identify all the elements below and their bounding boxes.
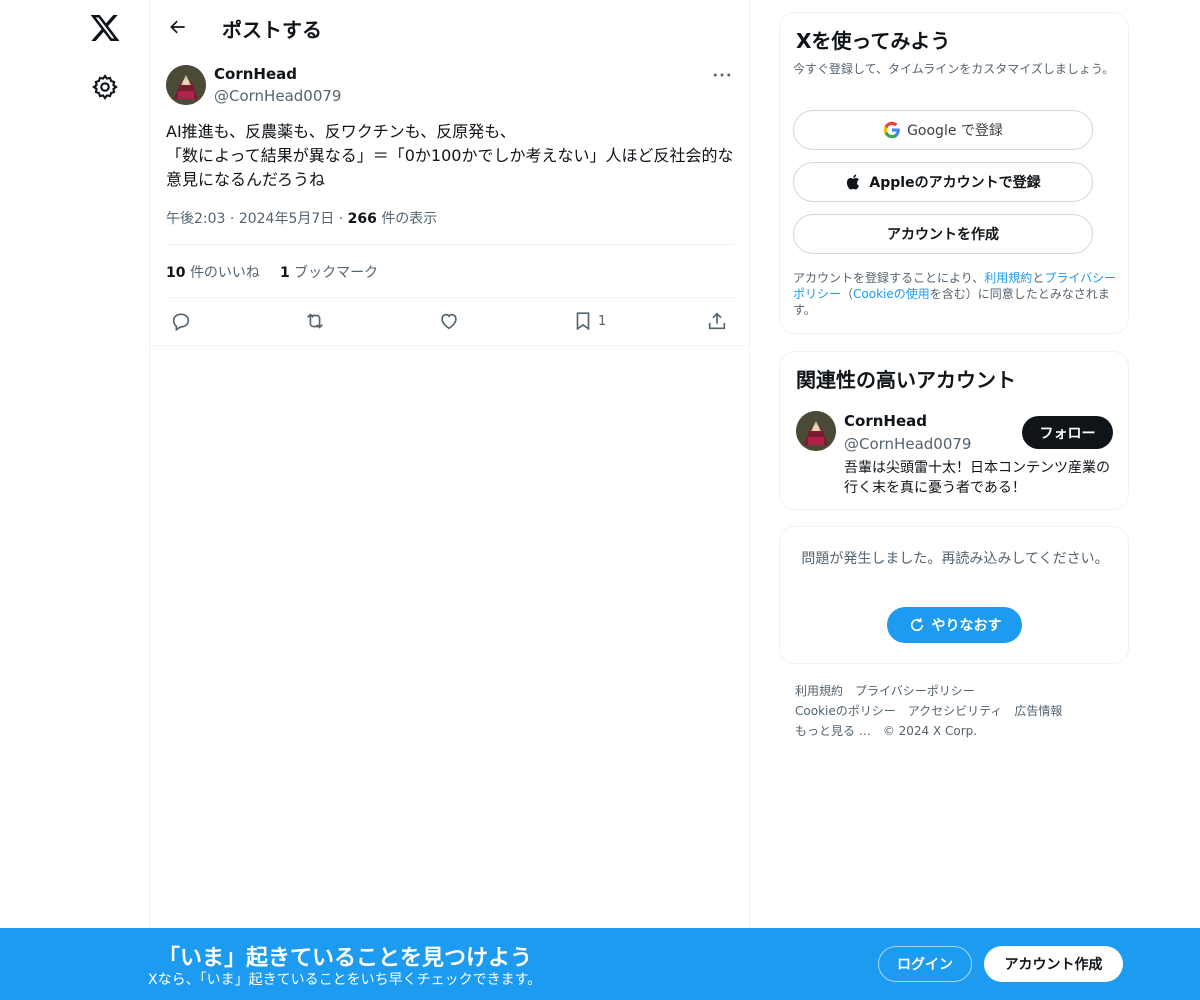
footer-link[interactable]: アクセシビリティ — [908, 704, 1003, 718]
footer: 利用規約 プライバシーポリシー Cookieのポリシー アクセシビリティ 広告情報 も… — [795, 681, 1125, 741]
retry-button[interactable]: やりなおす — [887, 607, 1022, 643]
cookie-link[interactable]: Cookieの使用 — [853, 287, 930, 301]
footer-link[interactable]: 利用規約 — [795, 684, 843, 698]
error-card: 問題が発生しました。再読み込みしてください。 やりなおす — [779, 526, 1129, 664]
post-meta: 午後2:03 · 2024年5月7日 · 266 件の表示 — [166, 211, 438, 227]
bookmark-count[interactable]: 1 — [280, 265, 290, 281]
post: CornHead @CornHead0079 AI推進も、反農薬も、反ワクチンも… — [150, 53, 750, 346]
signup-title: Xを使ってみよう — [796, 29, 951, 53]
main-header: ポストする — [150, 0, 750, 53]
apple-signup-button[interactable]: Appleのアカウントで登録 — [793, 162, 1093, 202]
related-account-handle[interactable]: @CornHead0079 — [844, 435, 971, 453]
post-time[interactable]: 午後2:03 — [166, 211, 225, 227]
page-title: ポストする — [222, 18, 322, 42]
signup-button[interactable]: アカウント作成 — [984, 946, 1123, 982]
signup-subtitle: 今すぐ登録して、タイムラインをカスタマイズしましょう。 — [793, 62, 1115, 76]
refresh-icon — [910, 618, 923, 632]
error-message: 問題が発生しました。再読み込みしてください。 — [801, 551, 1109, 567]
arrow-left-icon — [170, 20, 185, 34]
gear-icon[interactable] — [91, 73, 119, 101]
bookmark-action-count: 1 — [598, 313, 607, 329]
legal-text: （ — [841, 287, 854, 301]
terms-link[interactable]: 利用規約 — [984, 271, 1032, 285]
avatar[interactable] — [796, 411, 836, 451]
google-signup-label: Google で登録 — [907, 123, 1003, 139]
more-dots-icon — [713, 73, 731, 77]
bookmark-label[interactable]: ブックマーク — [294, 265, 378, 281]
footer-link[interactable]: プライバシーポリシー — [855, 684, 975, 698]
post-date[interactable]: 2024年5月7日 — [239, 211, 334, 227]
post-actions: 1 — [166, 308, 734, 334]
reply-icon — [172, 313, 190, 332]
like-count[interactable]: 10 — [166, 265, 185, 281]
more-button[interactable] — [710, 65, 734, 85]
footer-link[interactable]: 広告情報 — [1014, 704, 1062, 718]
footer-link[interactable]: Cookieのポリシー — [795, 704, 896, 718]
footer-more-link[interactable]: もっと見る … — [795, 724, 871, 738]
copyright: © 2024 X Corp. — [882, 724, 978, 738]
bottom-signup-bar: 「いま」起きていることを見つけよう Xなら、「いま」起きていることをいち早くチェ… — [0, 928, 1200, 1000]
author-handle[interactable]: @CornHead0079 — [214, 87, 341, 105]
bottom-bar-subtitle: Xなら、「いま」起きていることをいち早くチェックできます。 — [148, 972, 542, 988]
google-signup-button[interactable]: Google で登録 — [793, 110, 1093, 150]
main-column: ポストする CornHead @CornHead0079 AI推進も、反農薬も、… — [149, 0, 750, 1000]
related-account-bio: 吾輩は尖頭雷十太！日本コンテンツ産業の行く末を真に憂う者である！ — [844, 460, 1110, 496]
legal-text: と — [1032, 271, 1045, 285]
x-logo-icon[interactable] — [89, 12, 121, 44]
left-nav — [0, 0, 150, 1000]
bottom-bar-title: 「いま」起きていることを見つけよう — [158, 946, 533, 971]
google-icon — [883, 121, 901, 139]
follow-button[interactable]: フォロー — [1022, 416, 1113, 449]
post-text: AI推進も、反農薬も、反ワクチンも、反原発も、 「数によって結果が異なる」＝「0… — [166, 122, 734, 189]
divider — [166, 244, 734, 245]
share-button[interactable] — [706, 308, 728, 334]
post-stats: 10 件のいいね 1 ブックマーク — [166, 262, 378, 282]
login-button[interactable]: ログイン — [878, 946, 972, 982]
repost-button[interactable] — [304, 308, 326, 334]
share-icon — [708, 312, 726, 330]
reply-button[interactable] — [170, 308, 192, 334]
like-label[interactable]: 件のいいね — [190, 265, 260, 281]
like-button[interactable] — [438, 308, 460, 334]
divider — [166, 297, 734, 298]
legal-notice: アカウントを登録することにより、利用規約とプライバシーポリシー（Cookieの使… — [793, 270, 1123, 318]
bookmark-button[interactable]: 1 — [572, 308, 606, 334]
avatar[interactable] — [166, 65, 206, 105]
related-accounts-card: 関連性の高いアカウント CornHead @CornHead0079 フォロー … — [779, 351, 1129, 510]
create-account-button[interactable]: アカウントを作成 — [793, 214, 1093, 254]
repost-icon — [307, 313, 323, 329]
back-button[interactable] — [164, 13, 192, 41]
related-title: 関連性の高いアカウント — [796, 368, 1016, 392]
view-label: 件の表示 — [381, 211, 438, 227]
author-name[interactable]: CornHead — [214, 65, 297, 83]
related-account-name[interactable]: CornHead — [844, 412, 927, 430]
bookmark-icon — [576, 312, 590, 331]
apple-signup-label: Appleのアカウントで登録 — [869, 175, 1041, 191]
create-account-label: アカウントを作成 — [887, 227, 999, 243]
apple-icon — [845, 173, 863, 191]
view-count: 266 — [347, 211, 377, 227]
signup-card: Xを使ってみよう 今すぐ登録して、タイムラインをカスタマイズしましょう。 Goo… — [779, 12, 1129, 334]
heart-icon — [441, 313, 457, 330]
legal-text: アカウントを登録することにより、 — [793, 271, 985, 285]
retry-label: やりなおす — [931, 618, 1002, 634]
